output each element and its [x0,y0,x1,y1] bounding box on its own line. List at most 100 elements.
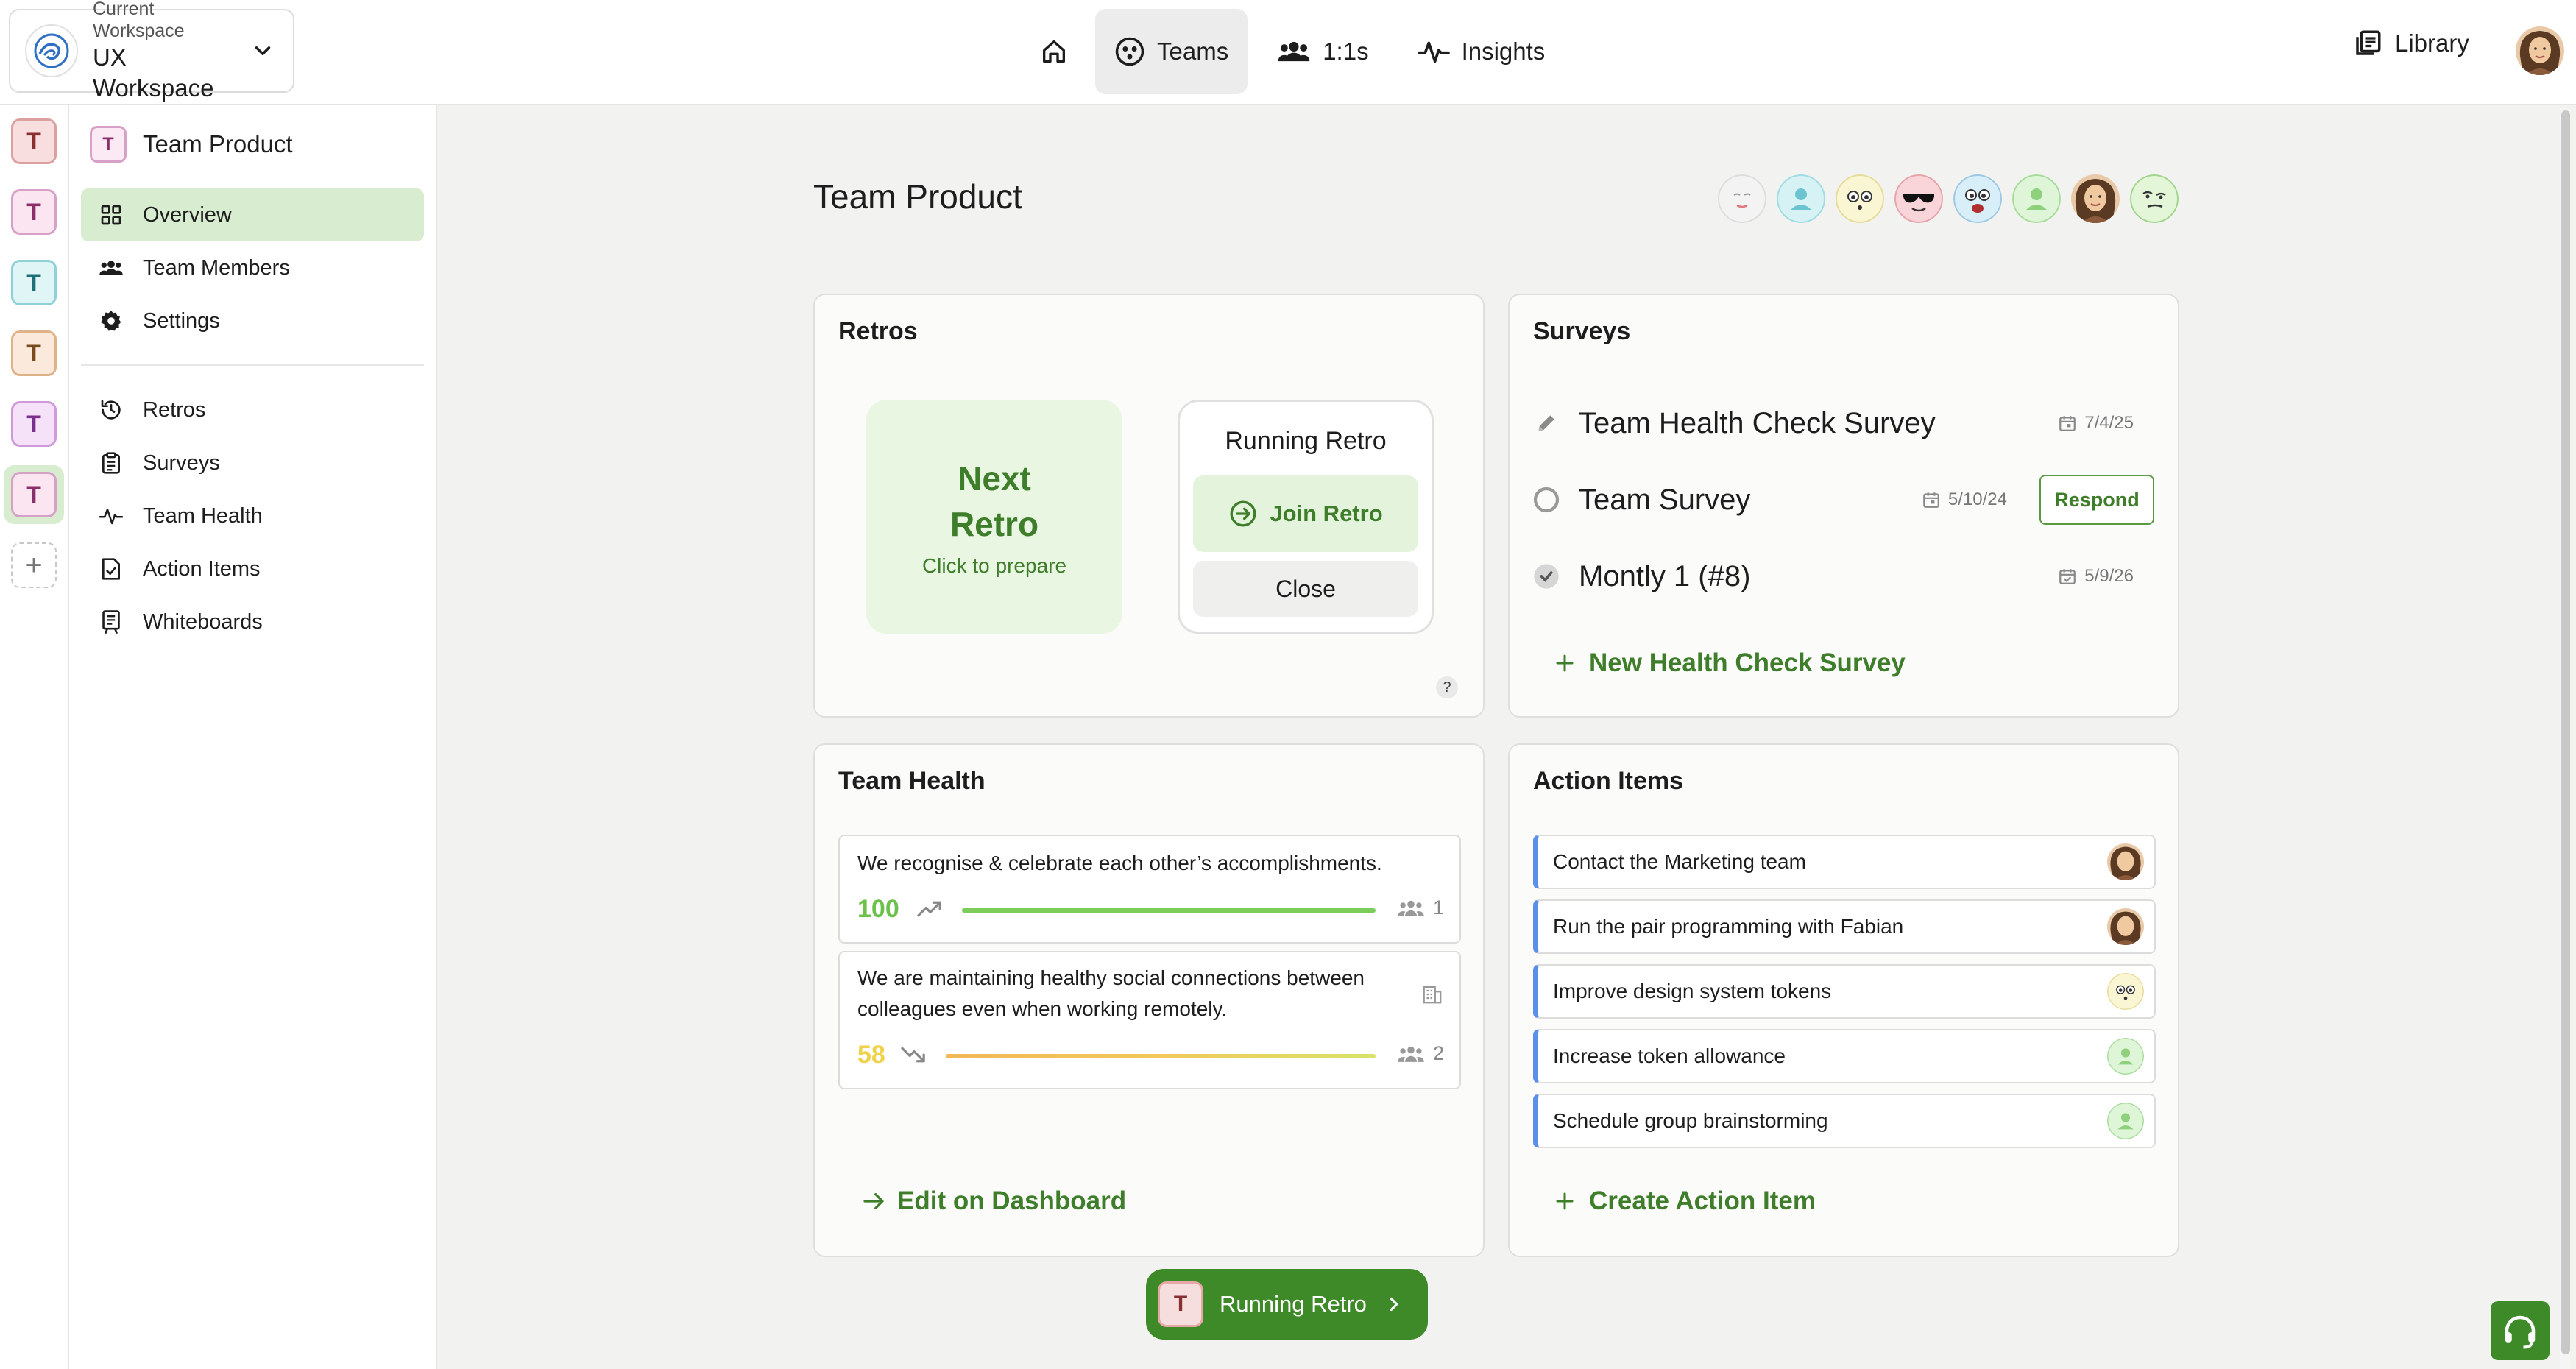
health-progress-bar [962,908,1376,913]
respondent-count: 1 [1396,896,1444,919]
calendar-icon [1922,490,1941,509]
team-health-title: Team Health [838,767,986,795]
running-retro-title: Running Retro [1225,427,1387,455]
enter-icon [1228,499,1258,528]
building-icon [1421,983,1443,1005]
next-retro-button[interactable]: Next Retro Click to prepare [866,400,1122,634]
action-item-text: Increase token allowance [1553,1044,1786,1067]
health-progress-bar [946,1054,1376,1058]
grid-icon [99,202,124,227]
user-avatar[interactable] [2516,26,2564,75]
plus-icon [1554,1190,1576,1212]
pencil-icon [1532,408,1561,438]
gear-icon [99,308,124,333]
rail-team-6[interactable]: T [11,472,57,517]
running-retro-pill[interactable]: T Running Retro [1146,1269,1428,1340]
nav-teams[interactable]: Teams [1095,9,1248,94]
avatar[interactable] [1836,174,1884,223]
nav-home[interactable] [1023,9,1085,94]
rail-team-2[interactable]: T [11,189,57,235]
avatar [2107,908,2144,945]
rail-team-4[interactable]: T [11,330,57,376]
pulse-icon [99,503,124,528]
avatar[interactable] [2130,174,2179,223]
survey-date-text: 7/4/25 [2084,413,2134,433]
health-score: 100 [857,895,899,923]
home-icon [1039,37,1069,66]
action-item[interactable]: Improve design system tokens [1533,964,2156,1019]
health-statement-text: We are maintaining healthy social connec… [857,966,1365,1020]
avatar[interactable] [1718,174,1766,223]
support-button[interactable] [2491,1301,2550,1360]
rail-team-1[interactable]: T [11,118,57,164]
close-retro-button[interactable]: Close [1193,561,1418,617]
survey-date-text: 5/9/26 [2084,566,2134,586]
team-rail: T T T T T T + [0,105,69,1369]
avatar[interactable] [1953,174,2002,223]
page-title: Team Product [813,177,1022,216]
create-action-item-button[interactable]: Create Action Item [1554,1186,1816,1216]
respond-button[interactable]: Respond [2039,475,2154,525]
headset-icon [2500,1311,2540,1351]
sidebar-item-team-health[interactable]: Team Health [81,489,424,542]
survey-date: 5/10/24 [1922,489,2007,510]
avatar[interactable] [2071,174,2120,223]
action-item-text: Contact the Marketing team [1553,850,1806,873]
edit-on-dashboard-link[interactable]: Edit on Dashboard [860,1186,1126,1216]
sidebar-item-label: Action Items [143,556,261,581]
library-link[interactable]: Library [2352,28,2469,59]
pulse-icon [1417,37,1450,66]
nav-insights[interactable]: Insights [1398,9,1565,94]
sidebar-item-settings[interactable]: Settings [81,294,424,347]
action-item[interactable]: Schedule group brainstorming [1533,1094,2156,1148]
action-items-title: Action Items [1533,767,1684,795]
survey-row[interactable]: Team Survey 5/10/24 Respond [1532,470,2154,529]
rail-team-5[interactable]: T [11,401,57,447]
action-item[interactable]: Run the pair programming with Fabian [1533,899,2156,954]
clipboard-icon [99,450,124,475]
join-retro-button[interactable]: Join Retro [1193,475,1418,552]
team-badge: T [1158,1281,1203,1327]
sidebar-item-label: Whiteboards [143,609,263,634]
top-bar: Current Workspace UX Workspace Teams 1:1… [0,0,2576,105]
people-icon [1396,897,1426,919]
sidebar-item-team-members[interactable]: Team Members [81,241,424,294]
health-statement[interactable]: We recognise & celebrate each other’s ac… [838,835,1461,944]
workspace-switcher[interactable]: Current Workspace UX Workspace [9,0,294,102]
workspace-logo-icon [25,24,78,77]
create-action-item-label: Create Action Item [1589,1186,1816,1215]
action-item[interactable]: Contact the Marketing team [1533,835,2156,889]
health-statement[interactable]: We are maintaining healthy social connec… [838,951,1461,1089]
sidebar-item-whiteboards[interactable]: Whiteboards [81,595,424,648]
action-item[interactable]: Increase token allowance [1533,1029,2156,1083]
sidebar-item-overview[interactable]: Overview [81,188,424,241]
survey-name: Montly 1 (#8) [1579,559,1751,592]
sidebar-item-surveys[interactable]: Surveys [81,436,424,489]
new-health-check-survey-button[interactable]: New Health Check Survey [1554,648,1906,678]
help-button[interactable]: ? [1436,676,1458,698]
library-label: Library [2395,29,2469,57]
running-retro-pill-label: Running Retro [1220,1291,1367,1317]
nav-one-on-ones[interactable]: 1:1s [1258,9,1387,94]
sidebar-item-action-items[interactable]: Action Items [81,542,424,595]
new-survey-label: New Health Check Survey [1589,648,1906,677]
rail-team-3[interactable]: T [11,260,57,305]
survey-row[interactable]: Montly 1 (#8) 5/9/26 [1532,547,2154,606]
avatar [2107,843,2144,880]
avatar[interactable] [1777,174,1825,223]
avatar[interactable] [1894,174,1943,223]
avatar[interactable] [2012,174,2061,223]
survey-row[interactable]: Team Health Check Survey 7/4/25 [1532,394,2154,453]
sidebar-item-retros[interactable]: Retros [81,383,424,436]
chevron-down-icon [250,38,275,63]
respondent-count: 2 [1396,1042,1444,1065]
check-circle-icon [1532,562,1561,591]
survey-name: Team Survey [1579,483,1751,516]
avatar [2107,1103,2144,1139]
surveys-card: Surveys Team Health Check Survey 7/4/25 … [1508,294,2179,718]
trend-up-icon [916,898,944,920]
add-team-button[interactable]: + [11,542,57,588]
calendar-icon [2058,414,2077,433]
scrollbar-thumb[interactable] [2561,110,2570,1354]
team-member-avatars [1718,174,2179,223]
